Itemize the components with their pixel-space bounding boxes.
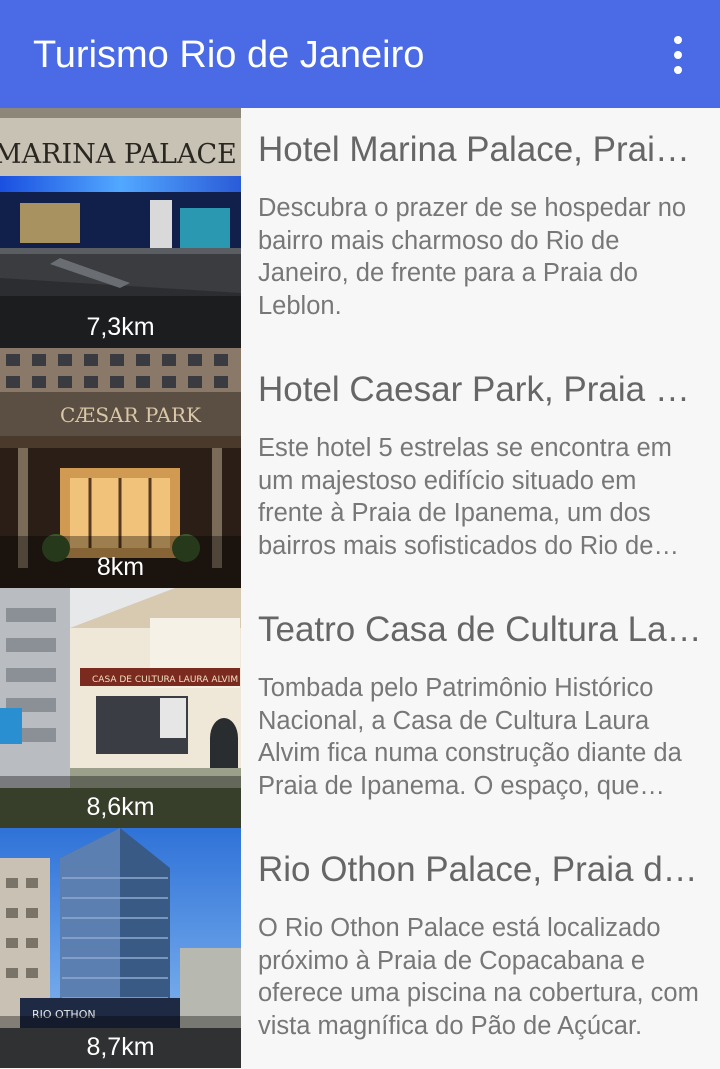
list-item[interactable]: CÆSAR PARK 8km Hotel Caesar Park, Praia … — [0, 348, 720, 588]
app-toolbar: Turismo Rio de Janeiro — [0, 0, 720, 108]
place-photo: CASA DE CULTURA LAURA ALVIM 8,6km — [0, 588, 241, 828]
list-item[interactable]: MARINA PALACE 7,3km Hotel Marina Palace,… — [0, 108, 720, 348]
places-list: MARINA PALACE 7,3km Hotel Marina Palace,… — [0, 108, 720, 1068]
place-description: O Rio Othon Palace está localizado próxi… — [258, 914, 699, 1040]
place-photo: RIO OTHON 8,7km — [0, 828, 241, 1068]
place-title: Rio Othon Palace, Praia de Copacabana — [258, 850, 703, 889]
place-title: Hotel Marina Palace, Praia do Leblon — [258, 130, 703, 169]
more-vert-icon[interactable] — [666, 36, 690, 76]
app-title: Turismo Rio de Janeiro — [33, 34, 425, 76]
photo-sign-text: CASA DE CULTURA LAURA ALVIM — [92, 675, 238, 685]
place-description: Este hotel 5 estrelas se encontra em um … — [258, 434, 672, 560]
photo-sign-text: CÆSAR PARK — [60, 403, 202, 427]
photo-sign-text: MARINA PALACE — [0, 139, 237, 170]
app-screen: Turismo Rio de Janeiro MARINA PALACE 7,3… — [0, 0, 720, 1069]
place-title: Hotel Caesar Park, Praia de Ipanema — [258, 370, 703, 409]
place-photo: CÆSAR PARK 8km — [0, 348, 241, 588]
list-item[interactable]: CASA DE CULTURA LAURA ALVIM 8,6km Teatro… — [0, 588, 720, 828]
distance-label: 7,3km — [86, 313, 155, 341]
place-photo: MARINA PALACE 7,3km — [0, 108, 241, 348]
distance-label: 8,7km — [86, 1033, 155, 1061]
list-item[interactable]: RIO OTHON 8,7km Rio Othon Palace, Praia … — [0, 828, 720, 1068]
place-description: Tombada pelo Patrimônio Histórico Nacion… — [258, 674, 682, 800]
distance-label: 8km — [96, 553, 145, 581]
place-title: Teatro Casa de Cultura Laura Alvim — [258, 610, 703, 649]
place-description: Descubra o prazer de se hospedar no bair… — [258, 194, 687, 320]
distance-label: 8,6km — [86, 793, 155, 821]
